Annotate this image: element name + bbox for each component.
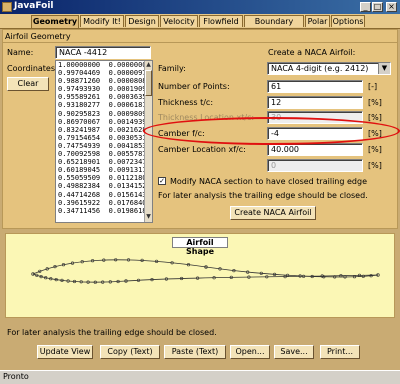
title-bar <box>0 0 400 14</box>
x-coordinate: 0.93180277 <box>58 101 101 110</box>
x-coordinate: 0.55059509 <box>58 174 101 183</box>
coordinate-row: 0.93180277 0.00061810 <box>56 101 152 109</box>
coordinates-scrollbar[interactable]: ▲ ▼ <box>144 61 152 222</box>
lower-surface <box>32 273 379 283</box>
close-button[interactable]: × <box>386 2 397 12</box>
thickness-location-unit: [%] <box>368 113 382 122</box>
thickness-label: Thickness t/c: <box>158 98 214 107</box>
closed-te-checkbox[interactable]: ✓ <box>158 177 166 185</box>
save-button[interactable]: Save... <box>274 345 314 359</box>
surface-points <box>31 258 380 284</box>
coordinate-row: 0.97493930 0.00019096 <box>56 85 152 93</box>
x-coordinate: 0.99704469 <box>58 69 101 78</box>
camber-highlight <box>143 117 400 145</box>
coordinate-row: 0.60189045 0.00913119 <box>56 166 152 174</box>
coordinate-row: 0.49882384 0.01341529 <box>56 182 152 190</box>
x-coordinate: 1.00000000 <box>58 61 101 69</box>
app-icon <box>2 2 12 12</box>
tab-polar[interactable]: Polar <box>305 15 330 27</box>
x-coordinate: 0.34711456 <box>58 206 101 215</box>
x-coordinate: 0.74754939 <box>58 141 101 150</box>
x-coordinate: 0.98871260 <box>58 77 101 86</box>
x-coordinate: 0.60189045 <box>58 166 101 175</box>
closed-te-label: Modify NACA section to have closed trail… <box>170 177 367 186</box>
coordinate-row: 0.39615922 0.01768407 <box>56 199 152 207</box>
x-coordinate: 0.90295823 <box>58 109 101 118</box>
coordinate-row: 0.90295823 0.00098092 <box>56 110 152 118</box>
coordinate-row: 0.98871260 0.00008081 <box>56 77 152 85</box>
tab-velocity[interactable]: Velocity <box>160 15 198 27</box>
x-coordinate: 0.79154654 <box>58 133 101 142</box>
x-coordinate: 0.86970067 <box>58 117 101 126</box>
print-button[interactable]: Print... <box>320 345 360 359</box>
update-view-button[interactable]: Update View <box>37 345 93 359</box>
x-coordinate: 0.49882384 <box>58 182 101 191</box>
tab-geometry[interactable]: Geometry <box>31 15 79 28</box>
coordinates-label: Coordinates: <box>7 64 58 73</box>
copy-text-button[interactable]: Copy (Text) <box>100 345 160 359</box>
coordinate-row: 0.95589261 0.00036351 <box>56 93 152 101</box>
extra-parameter-input: 0 <box>267 159 363 172</box>
airfoil-shape-title: Airfoil Shape <box>172 237 228 256</box>
tab-bar: Geometry Modify It! Design Velocity Flow… <box>0 14 400 38</box>
window-title: JavaFoil <box>14 1 54 11</box>
camber-location-label: Camber Location xf/c: <box>158 145 246 154</box>
tab-boundary-layer[interactable]: Boundary Layer <box>244 15 304 38</box>
create-naca-airfoil-button[interactable]: Create NACA Airfoil <box>230 206 316 220</box>
coordinate-row: 0.83241987 0.00216282 <box>56 126 152 134</box>
name-label: Name: <box>7 48 34 57</box>
bottom-note: For later analysis the trailing edge sho… <box>7 328 217 337</box>
status-bar: Pronto <box>0 370 400 384</box>
x-coordinate: 0.65218901 <box>58 158 101 167</box>
tab-options[interactable]: Options <box>331 15 365 27</box>
points-label: Number of Points: <box>158 82 230 91</box>
open-button[interactable]: Open... <box>230 345 270 359</box>
coordinate-row: 0.86970067 0.00149396 <box>56 118 152 126</box>
coordinate-row: 0.79154654 0.00305313 <box>56 134 152 142</box>
minimize-button[interactable]: _ <box>360 2 371 12</box>
x-coordinate: 0.44714268 <box>58 190 101 199</box>
coordinate-row: 0.44714268 0.01561435 <box>56 191 152 199</box>
thickness-unit: [%] <box>368 98 382 107</box>
status-text: Pronto <box>3 372 29 381</box>
divider <box>2 42 398 43</box>
create-heading: Create a NACA Airfoil: <box>268 48 356 57</box>
clear-button[interactable]: Clear <box>7 77 49 91</box>
coordinates-textarea[interactable]: 1.00000000 0.00000000 0.99704469 0.000009… <box>55 60 153 223</box>
camber-location-unit: [%] <box>368 145 382 154</box>
points-input[interactable]: 61 <box>267 80 363 93</box>
extra-parameter-unit: [%] <box>368 161 382 170</box>
tab-modify-it[interactable]: Modify It! <box>80 15 124 27</box>
chevron-down-icon[interactable]: ▼ <box>378 63 390 74</box>
x-coordinate: 0.83241987 <box>58 125 101 134</box>
coordinate-row: 0.74754939 0.00418537 <box>56 142 152 150</box>
trailing-edge-note: For later analysis the trailing edge sho… <box>158 191 368 200</box>
family-label: Family: <box>158 64 186 73</box>
maximize-button[interactable]: □ <box>372 2 383 12</box>
section-title: Airfoil Geometry <box>5 32 71 41</box>
paste-text-button[interactable]: Paste (Text) <box>164 345 226 359</box>
scroll-up-icon[interactable]: ▲ <box>145 61 152 69</box>
x-coordinate: 0.70092598 <box>58 150 101 159</box>
x-coordinate: 0.95589261 <box>58 93 101 102</box>
family-value: NACA 4-digit (e.g. 2412) <box>271 64 369 73</box>
tab-design[interactable]: Design <box>125 15 159 27</box>
coordinate-row: 0.34711456 0.01986187 <box>56 207 152 215</box>
coordinate-row: 1.00000000 0.00000000 <box>56 61 152 69</box>
tab-flowfield[interactable]: Flowfield <box>199 15 243 27</box>
coordinate-row: 0.70092598 0.00557875 <box>56 150 152 158</box>
coordinate-row: 0.99704469 0.00000975 <box>56 69 152 77</box>
points-unit: [-] <box>368 82 378 91</box>
x-coordinate: 0.39615922 <box>58 198 101 207</box>
family-select[interactable]: NACA 4-digit (e.g. 2412) ▼ <box>267 62 391 75</box>
scroll-thumb[interactable] <box>145 70 152 96</box>
x-coordinate: 0.97493930 <box>58 85 101 94</box>
coordinate-row: 0.55059509 0.01121801 <box>56 174 152 182</box>
scroll-down-icon[interactable]: ▼ <box>145 213 152 221</box>
coordinate-row: 0.65218901 0.00723474 <box>56 158 152 166</box>
thickness-input[interactable]: 12 <box>267 96 363 109</box>
name-input[interactable]: NACA -4412 <box>55 46 151 59</box>
